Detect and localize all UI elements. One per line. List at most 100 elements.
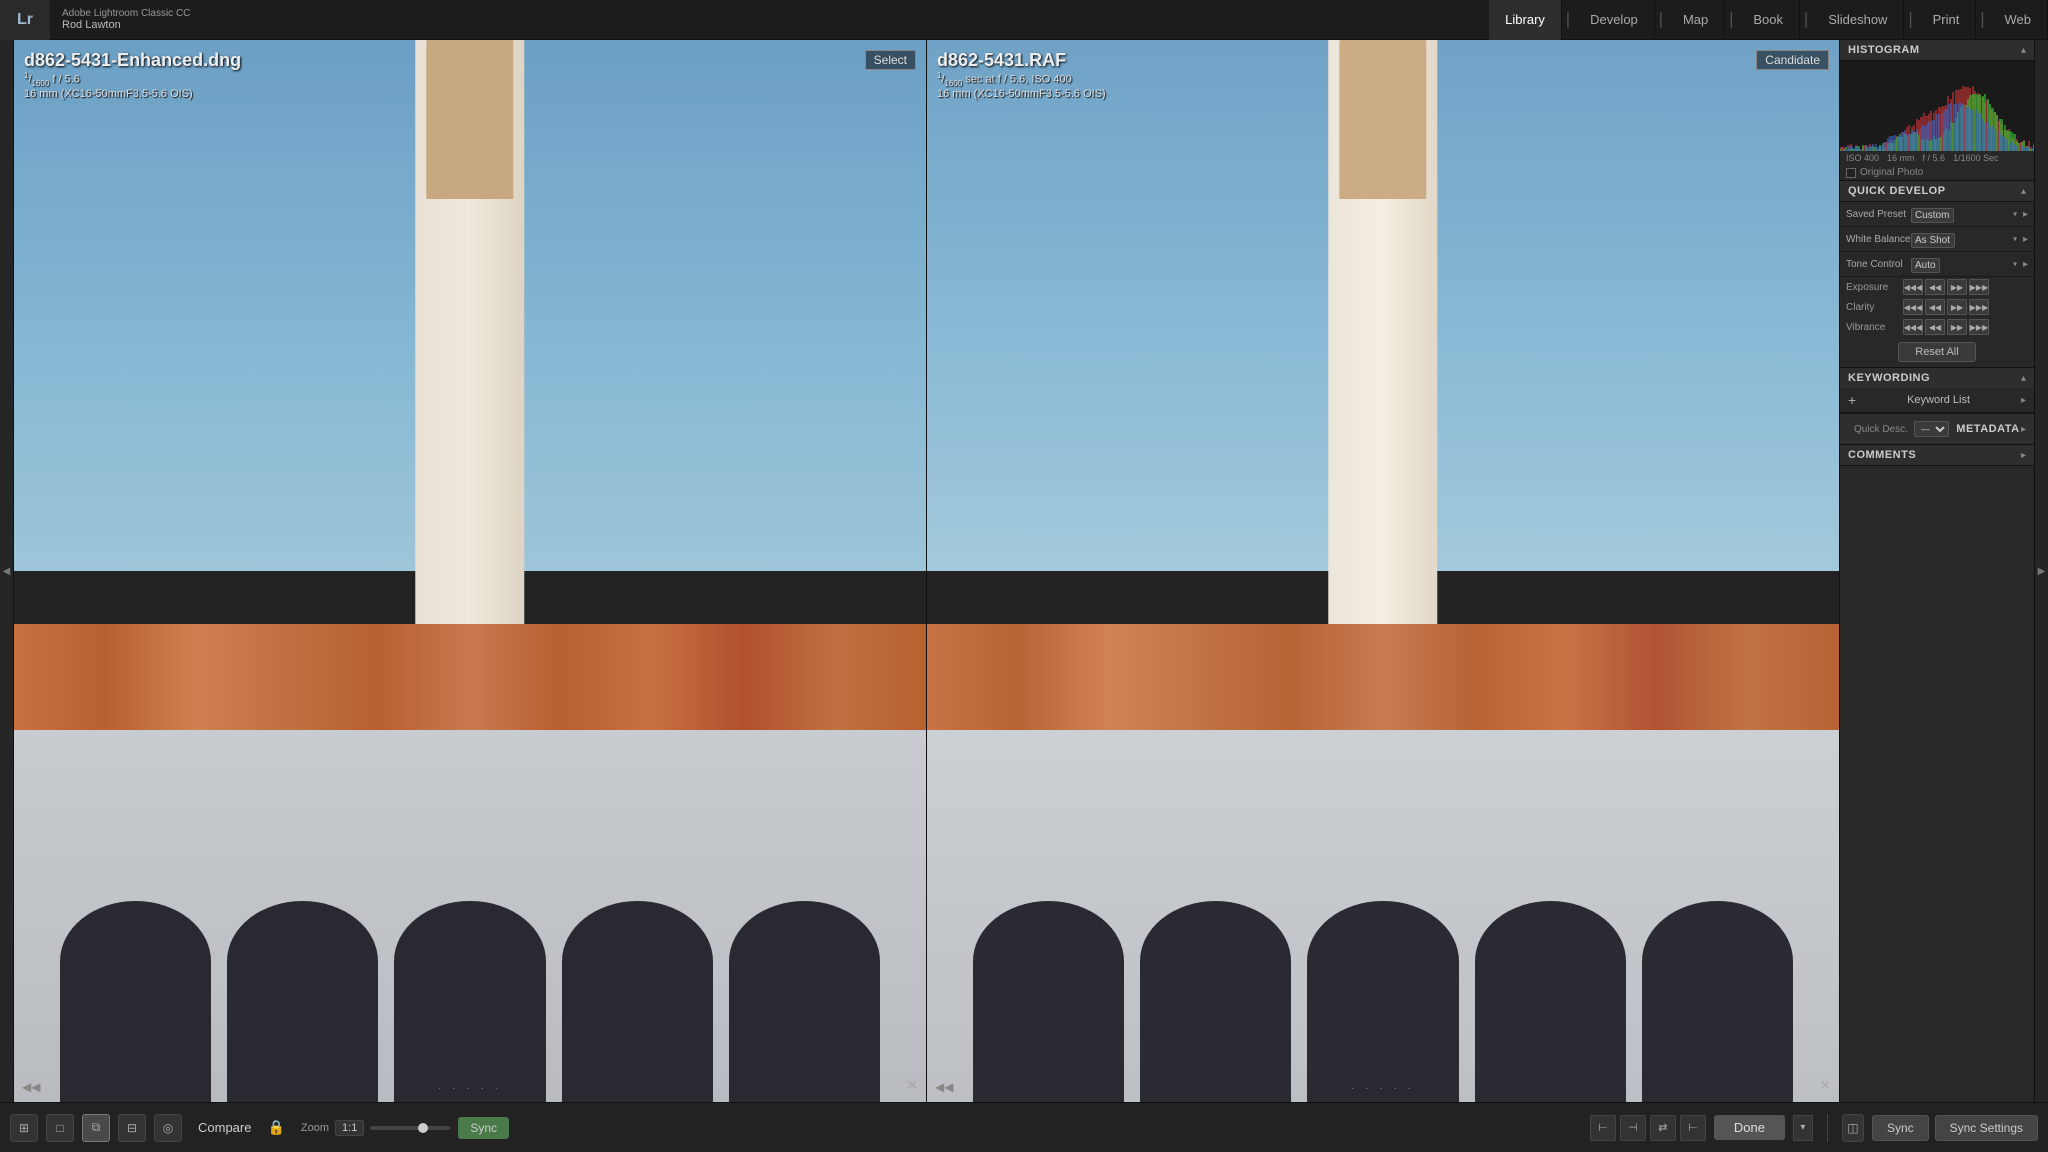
metadata-arrow-icon: ▸	[2021, 424, 2026, 435]
compare-panels: d862-5431-Enhanced.dng 1/1600 f / 5.6 16…	[14, 40, 1839, 1102]
nav-tab-slideshow[interactable]: Slideshow	[1812, 0, 1904, 40]
done-caret[interactable]: ▾	[1793, 1115, 1813, 1141]
metadata-title: Metadata	[1956, 423, 2019, 435]
vibrance-btn-dd[interactable]: ◀◀	[1925, 319, 1945, 335]
nav-tab-map[interactable]: Map	[1667, 0, 1725, 40]
exposure-btn-ddd[interactable]: ◀◀◀	[1903, 279, 1923, 295]
exposure-label: Exposure	[1846, 282, 1901, 293]
white-balance-select-wrapper: As Shot	[1911, 230, 2020, 248]
library-sync-button[interactable]: Sync	[1872, 1115, 1929, 1141]
clarity-btn-fff[interactable]: ▶▶▶	[1969, 299, 1989, 315]
metadata-label-row: Quick Desc. —	[1848, 418, 1955, 440]
white-balance-label: White Balance	[1846, 234, 1911, 245]
nav-tab-web[interactable]: Web	[1989, 0, 2048, 40]
lock-icon[interactable]: 🔒	[267, 1119, 284, 1136]
add-keyword-icon[interactable]: +	[1848, 392, 1856, 408]
survey-icon: ⊟	[127, 1121, 137, 1135]
original-photo-checkbox[interactable]	[1846, 168, 1856, 178]
done-button[interactable]: Done	[1714, 1115, 1785, 1140]
zoom-slider[interactable]	[370, 1126, 450, 1130]
exposure-row: Exposure ◀◀◀ ◀◀ ▶▶ ▶▶▶	[1840, 277, 2034, 297]
histogram-header[interactable]: Histogram ▴	[1840, 40, 2034, 61]
hist-aperture: f / 5.6	[1923, 153, 1946, 163]
nav-prev-btn[interactable]: ⊣	[1620, 1115, 1646, 1141]
vibrance-btn-fff[interactable]: ▶▶▶	[1969, 319, 1989, 335]
arches-right	[973, 879, 1794, 1102]
arch-r2	[1140, 901, 1291, 1102]
hist-focal: 16 mm	[1887, 153, 1915, 163]
arch-2	[227, 901, 378, 1102]
quick-develop-section: Quick Develop ▴ Saved Preset Custom ▸ Wh…	[1840, 181, 2034, 368]
compare-view-btn[interactable]: ⧉	[82, 1114, 110, 1142]
tone-control-label: Tone Control	[1846, 259, 1911, 270]
grid-view-btn[interactable]: ⊞	[10, 1114, 38, 1142]
left-panel-close[interactable]: ✕	[906, 1077, 918, 1094]
arch-r4	[1475, 901, 1626, 1102]
tone-control-row: Tone Control Auto ▸	[1840, 252, 2034, 277]
comments-title: Comments	[1848, 449, 1916, 461]
right-filename: d862-5431.RAF	[937, 50, 1106, 71]
vibrance-btn-ddd[interactable]: ◀◀◀	[1903, 319, 1923, 335]
panel-toggle-left-bottom[interactable]: ◫	[1842, 1114, 1864, 1142]
metadata-header[interactable]: Quick Desc. — Metadata ▸	[1840, 414, 2034, 444]
survey-view-btn[interactable]: ⊟	[118, 1114, 146, 1142]
exposure-btn-fff[interactable]: ▶▶▶	[1969, 279, 1989, 295]
right-meta-focal: 16 mm (XC16-50mmF3.5-5.6 OIS)	[937, 88, 1106, 100]
clarity-row: Clarity ◀◀◀ ◀◀ ▶▶ ▶▶▶	[1840, 297, 2034, 317]
loupe-view-btn[interactable]: □	[46, 1114, 74, 1142]
keyword-list-label[interactable]: Keyword List	[1907, 394, 1970, 406]
comments-header[interactable]: Comments ▸	[1840, 445, 2034, 465]
exposure-btn-dd[interactable]: ◀◀	[1925, 279, 1945, 295]
left-panel-toggle[interactable]: ◀	[0, 40, 14, 1102]
quick-develop-header[interactable]: Quick Develop ▴	[1840, 181, 2034, 202]
arch-r1	[973, 901, 1124, 1102]
nav-tab-library[interactable]: Library	[1489, 0, 1562, 40]
histogram-title: Histogram	[1848, 44, 1920, 56]
white-balance-select[interactable]: As Shot	[1911, 233, 1955, 248]
vibrance-label: Vibrance	[1846, 322, 1901, 333]
clarity-btn-ddd[interactable]: ◀◀◀	[1903, 299, 1923, 315]
keywording-header[interactable]: Keywording ▴	[1840, 368, 2034, 388]
right-panel-toggle[interactable]: ▶	[2034, 40, 2048, 1102]
reset-all-button[interactable]: Reset All	[1898, 342, 1975, 362]
zoom-slider-thumb	[418, 1123, 428, 1133]
tone-control-select[interactable]: Auto	[1911, 258, 1940, 273]
quick-develop-title: Quick Develop	[1848, 185, 1946, 197]
people-icon: ◎	[163, 1121, 173, 1135]
metadata-preset-select[interactable]: —	[1914, 421, 1949, 437]
sync-button[interactable]: Sync	[458, 1117, 509, 1139]
nav-swap-btn[interactable]: ⇄	[1650, 1115, 1676, 1141]
vibrance-row: Vibrance ◀◀◀ ◀◀ ▶▶ ▶▶▶	[1840, 317, 2034, 337]
arch-1	[60, 901, 211, 1102]
right-panel-arrows: ◀◀	[935, 1080, 953, 1094]
histogram-arrow-icon: ▴	[2021, 45, 2026, 56]
nav-tab-book[interactable]: Book	[1737, 0, 1800, 40]
nav-tab-develop[interactable]: Develop	[1574, 0, 1655, 40]
compare-panel-left: d862-5431-Enhanced.dng 1/1600 f / 5.6 16…	[14, 40, 927, 1102]
clarity-btn-dd[interactable]: ◀◀	[1925, 299, 1945, 315]
vibrance-btn-ff[interactable]: ▶▶	[1947, 319, 1967, 335]
grand-building-left	[14, 730, 926, 1102]
comments-section: Comments ▸	[1840, 445, 2034, 466]
nav-tab-print[interactable]: Print	[1917, 0, 1977, 40]
saved-preset-row: Saved Preset Custom ▸	[1840, 202, 2034, 227]
keyword-list-row: + Keyword List ▸	[1840, 388, 2034, 413]
white-balance-expand-icon[interactable]: ▸	[2023, 234, 2028, 245]
people-view-btn[interactable]: ◎	[154, 1114, 182, 1142]
exposure-btn-ff[interactable]: ▶▶	[1947, 279, 1967, 295]
saved-preset-expand-icon[interactable]: ▸	[2023, 209, 2028, 220]
right-panel-close[interactable]: ✕	[1819, 1077, 1831, 1094]
logo-text: Lr	[17, 11, 33, 29]
nav-first-btn[interactable]: ⊢	[1590, 1115, 1616, 1141]
main-layout: ◀	[0, 40, 2048, 1102]
panel-icon: ◫	[1847, 1121, 1858, 1135]
app-info: Adobe Lightroom Classic CC Rod Lawton	[50, 8, 202, 31]
clarity-btn-ff[interactable]: ▶▶	[1947, 299, 1967, 315]
nav-next-btn[interactable]: ⊢	[1680, 1115, 1706, 1141]
sync-settings-button[interactable]: Sync Settings	[1935, 1115, 2038, 1141]
loupe-icon: □	[56, 1121, 63, 1135]
zoom-section: Zoom 1:1	[301, 1120, 450, 1136]
saved-preset-select[interactable]: Custom	[1911, 208, 1954, 223]
bottom-bar: ⊞ □ ⧉ ⊟ ◎ Compare 🔒 Zoom 1:1 Sync ⊢ ⊣ ⇄ …	[0, 1102, 2048, 1152]
tone-control-expand-icon[interactable]: ▸	[2023, 259, 2028, 270]
